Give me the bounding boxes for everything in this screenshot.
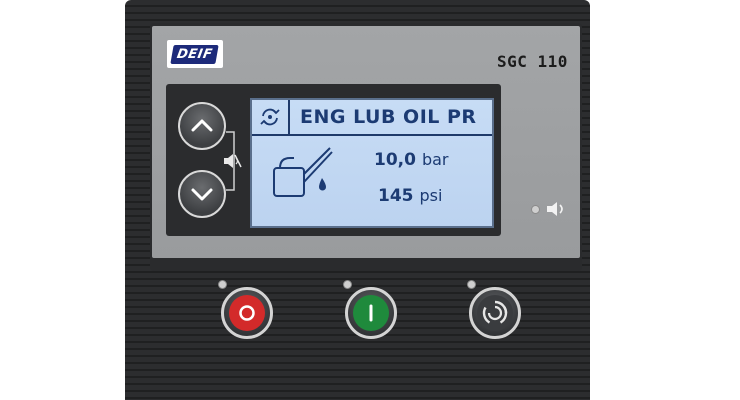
lcd-title: ENG LUB OIL PR [300,106,477,128]
start-button[interactable] [345,287,397,339]
oil-can-icon [273,147,333,197]
speaker-mute-icon[interactable] [222,152,242,170]
reading-bar-value: 10,0 [374,150,416,170]
reading-psi-value: 145 [378,186,414,206]
chevron-down-icon [191,188,213,201]
speaker-icon [547,202,563,216]
nav-down-button[interactable] [178,170,226,218]
lcd-divider-vertical [288,100,290,134]
model-label: SGC 110 [497,52,568,71]
reading-psi-unit: psi [419,186,443,205]
horn-led [531,205,540,214]
chevron-up-icon [191,119,213,132]
start-icon [369,304,373,322]
brand-logo: DEIF [167,40,223,68]
reading-bar: 10,0 bar [374,150,449,170]
brand-logo-text: DEIF [170,44,220,64]
lcd-screen: ENG LUB OIL PR 10,0 bar 145 psi [250,98,494,228]
stop-led [218,280,227,289]
auto-button-face [477,295,513,331]
start-led [343,280,352,289]
auto-led [467,280,476,289]
stop-button-face [229,295,265,331]
lcd-divider [252,134,492,136]
stop-icon [239,305,255,321]
start-button-face [353,295,389,331]
nav-up-button[interactable] [178,102,226,150]
reading-bar-unit: bar [421,150,449,169]
rotate-cycle-icon [260,108,280,126]
auto-button[interactable] [469,287,521,339]
stop-button[interactable] [221,287,273,339]
auto-mode-icon [482,300,508,324]
reading-psi: 145 psi [378,186,442,206]
